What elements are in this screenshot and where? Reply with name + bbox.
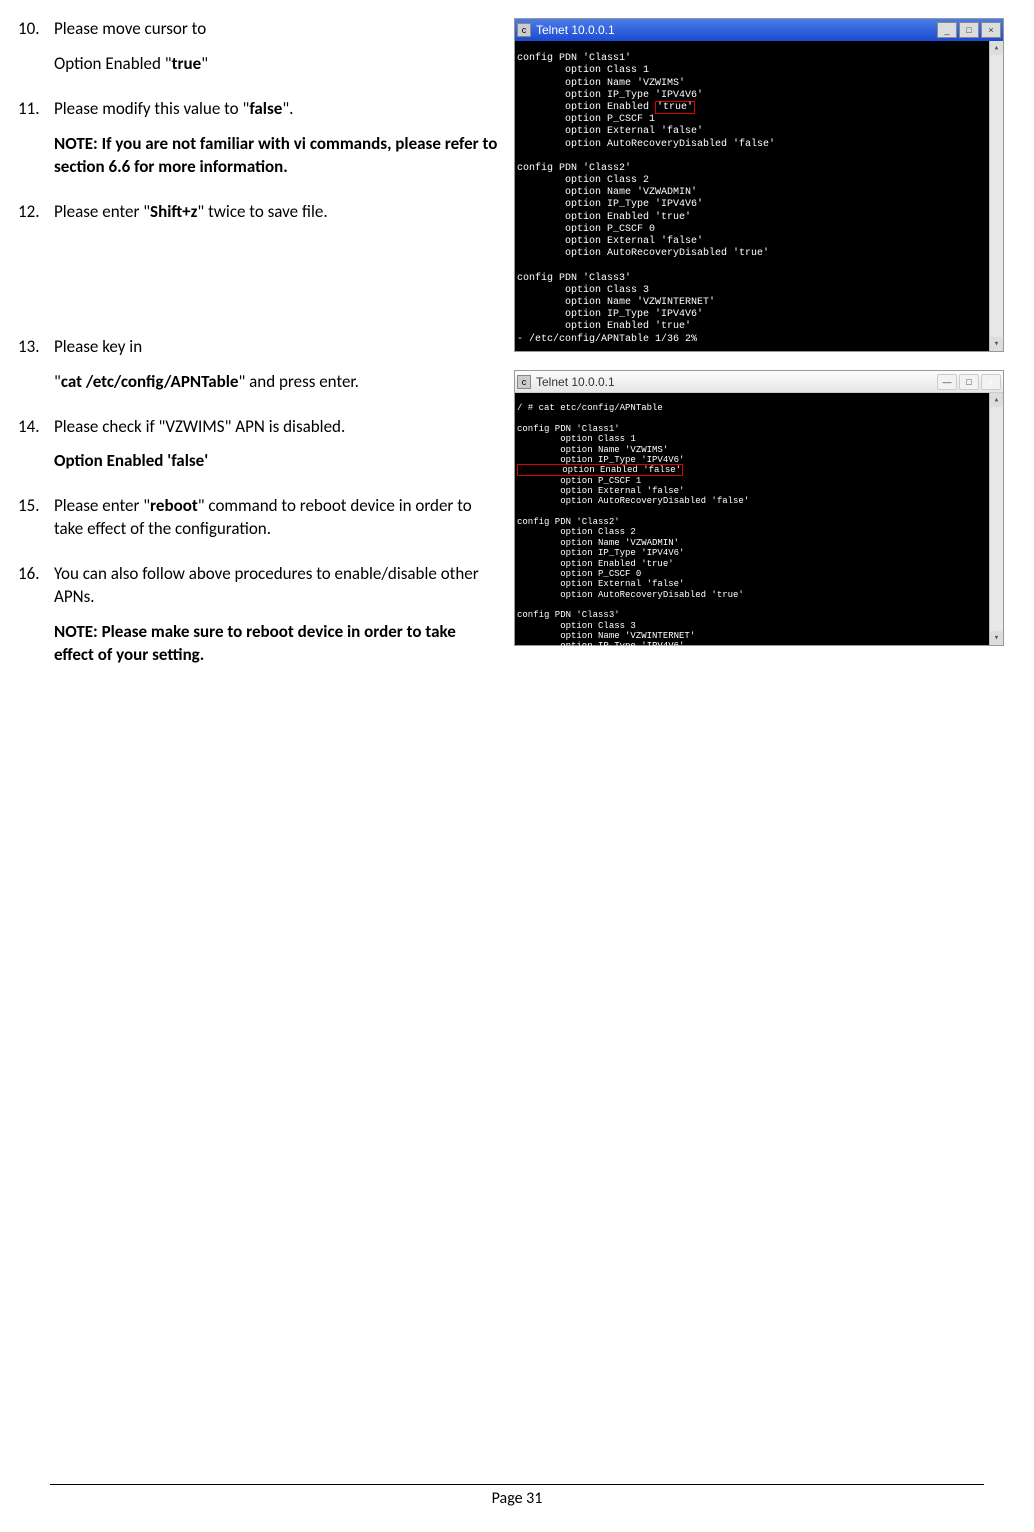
page-number: Page 31 xyxy=(492,1489,543,1508)
step-number: 12. xyxy=(18,201,54,236)
step-number: 14. xyxy=(18,416,54,486)
step-text: "cat /etc/config/APNTable" and press ent… xyxy=(54,371,498,394)
step-10: 10. Please move cursor to Option Enabled… xyxy=(18,18,498,88)
scroll-down-icon[interactable]: ▾ xyxy=(990,337,1003,351)
page-footer: Page 31 xyxy=(50,1484,984,1508)
scroll-down-icon[interactable]: ▾ xyxy=(990,631,1003,645)
close-button[interactable]: × xyxy=(981,22,1001,38)
titlebar: c Telnet 10.0.0.1 _ □ × xyxy=(515,19,1003,41)
highlighted-value: option Enabled 'false' xyxy=(517,464,683,476)
step-number: 16. xyxy=(18,563,54,679)
step-text: Please enter "Shift+z" twice to save fil… xyxy=(54,201,498,224)
step-note: NOTE: Please make sure to reboot device … xyxy=(54,621,498,667)
screenshots-column: c Telnet 10.0.0.1 _ □ × config PDN 'Clas… xyxy=(514,18,1004,689)
step-number: 13. xyxy=(18,336,54,406)
step-text: Please enter "reboot" command to reboot … xyxy=(54,495,498,541)
step-11: 11. Please modify this value to "false".… xyxy=(18,98,498,191)
instructions-column: 10. Please move cursor to Option Enabled… xyxy=(18,18,498,689)
scrollbar[interactable]: ▴ ▾ xyxy=(989,41,1003,351)
step-15: 15. Please enter "reboot" command to reb… xyxy=(18,495,498,553)
step-12: 12. Please enter "Shift+z" twice to save… xyxy=(18,201,498,236)
step-text: Please check if "VZWIMS" APN is disabled… xyxy=(54,416,498,439)
titlebar: c Telnet 10.0.0.1 — □ × xyxy=(515,371,1003,393)
step-number: 10. xyxy=(18,18,54,88)
app-icon: c xyxy=(517,375,531,389)
telnet-window-2: c Telnet 10.0.0.1 — □ × / # cat etc/conf… xyxy=(514,370,1004,646)
maximize-button[interactable]: □ xyxy=(959,374,979,390)
step-text: Please modify this value to "false". xyxy=(54,98,498,121)
step-14: 14. Please check if "VZWIMS" APN is disa… xyxy=(18,416,498,486)
highlighted-value: 'true' xyxy=(655,101,695,114)
step-13: 13. Please key in "cat /etc/config/APNTa… xyxy=(18,336,498,406)
step-16: 16. You can also follow above procedures… xyxy=(18,563,498,679)
terminal-output: config PDN 'Class1' option Class 1 optio… xyxy=(515,41,1003,374)
step-text: Option Enabled "true" xyxy=(54,53,498,76)
close-button[interactable]: × xyxy=(981,374,1001,390)
maximize-button[interactable]: □ xyxy=(959,22,979,38)
window-title: Telnet 10.0.0.1 xyxy=(536,375,937,389)
step-text: Option Enabled 'false' xyxy=(54,450,498,473)
minimize-button[interactable]: — xyxy=(937,374,957,390)
step-text: You can also follow above procedures to … xyxy=(54,563,498,609)
app-icon: c xyxy=(517,23,531,37)
step-text: Please move cursor to xyxy=(54,18,498,41)
scroll-up-icon[interactable]: ▴ xyxy=(990,41,1003,55)
telnet-window-1: c Telnet 10.0.0.1 _ □ × config PDN 'Clas… xyxy=(514,18,1004,352)
step-number: 11. xyxy=(18,98,54,191)
window-title: Telnet 10.0.0.1 xyxy=(536,23,937,37)
step-note: NOTE: If you are not familiar with vi co… xyxy=(54,133,498,179)
minimize-button[interactable]: _ xyxy=(937,22,957,38)
scrollbar[interactable]: ▴ ▾ xyxy=(989,393,1003,645)
step-number: 15. xyxy=(18,495,54,553)
step-text: Please key in xyxy=(54,336,498,359)
terminal-output: / # cat etc/config/APNTable config PDN '… xyxy=(515,393,1003,697)
scroll-up-icon[interactable]: ▴ xyxy=(990,393,1003,407)
